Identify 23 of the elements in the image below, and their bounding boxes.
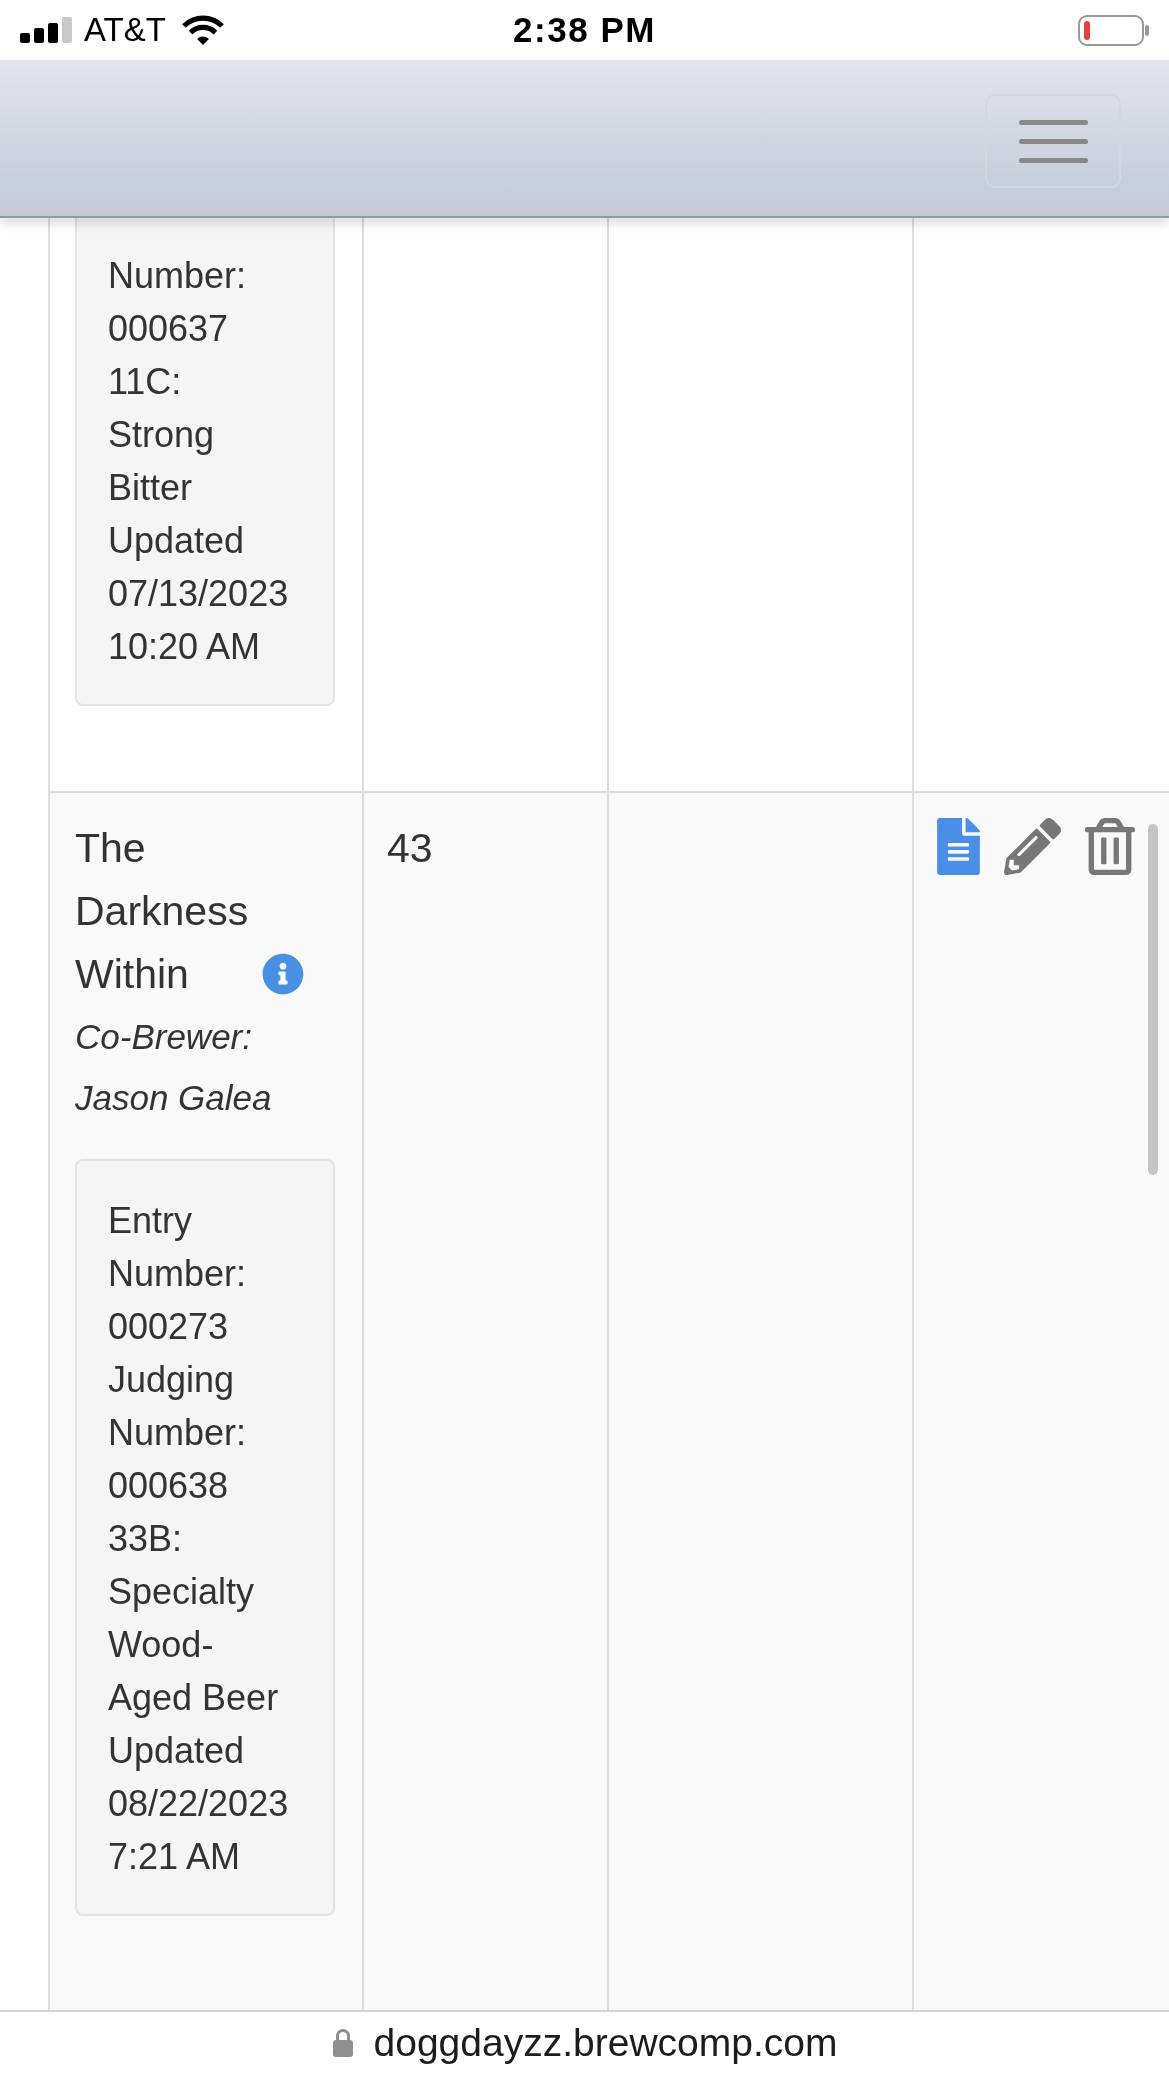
menu-icon bbox=[1018, 119, 1088, 163]
document-icon[interactable] bbox=[937, 818, 980, 875]
menu-button[interactable] bbox=[985, 94, 1121, 188]
url-text[interactable]: doggdayzz.brewcomp.com bbox=[373, 2019, 838, 2066]
lock-icon bbox=[331, 2028, 354, 2057]
entry-detail: Entry Number: 000273 bbox=[108, 1199, 248, 1349]
status-time: 2:38 PM bbox=[513, 10, 656, 50]
entry-detail: Judging Number: 000638 bbox=[108, 1358, 248, 1508]
pencil-icon[interactable] bbox=[1004, 818, 1061, 875]
cell-text: 43 bbox=[387, 825, 433, 871]
trash-icon[interactable] bbox=[1085, 818, 1135, 875]
entry-detail: 33B: Specialty Wood-Aged Beer bbox=[108, 1517, 280, 1720]
entry-detail: Number: 000637 bbox=[108, 254, 248, 351]
entry-name: The Darkness Within bbox=[75, 824, 249, 999]
entry-detail: 11C: Strong Bitter bbox=[108, 360, 216, 510]
signal-icon bbox=[20, 17, 74, 43]
co-brewer-text: Co-Brewer: Jason Galea bbox=[75, 1016, 273, 1119]
entry-detail: Updated 08/22/2023 7:21 AM bbox=[108, 1729, 290, 1879]
battery-icon bbox=[1078, 14, 1150, 46]
info-icon[interactable] bbox=[262, 953, 305, 995]
carrier-name: AT&T bbox=[84, 10, 166, 50]
entry-detail: Updated 07/13/2023 10:20 AM bbox=[108, 519, 290, 669]
wifi-icon bbox=[180, 14, 225, 46]
